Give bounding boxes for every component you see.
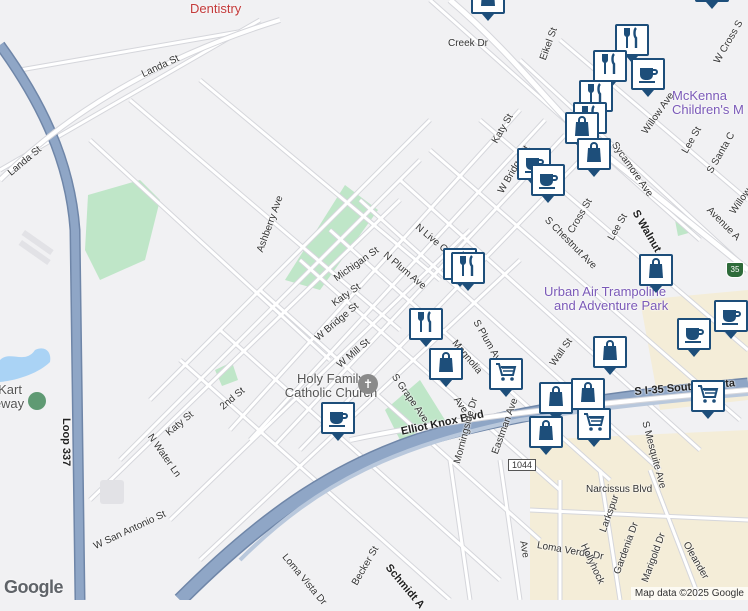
shopping-bag-icon xyxy=(576,380,600,409)
poi-pin-coffee-cup[interactable] xyxy=(714,300,748,339)
shopping-bag-icon xyxy=(700,0,724,1)
poi-pin-shopping-cart[interactable] xyxy=(489,358,523,397)
poi-pin-coffee-cup[interactable] xyxy=(531,164,565,203)
poi-pin-coffee-cup[interactable] xyxy=(631,58,665,97)
poi-label[interactable]: and Adventure Park xyxy=(554,298,668,313)
poi-pin-shopping-bag[interactable] xyxy=(539,382,573,421)
map-attribution[interactable]: Map data ©2025 Google xyxy=(630,587,748,600)
shopping-bag-icon xyxy=(582,140,606,169)
street-label: Creek Dr xyxy=(448,38,489,49)
coffee-cup-icon xyxy=(719,302,743,331)
poi-pin-shopping-bag[interactable] xyxy=(529,416,563,455)
church-icon[interactable]: ✝ xyxy=(358,374,378,394)
poi-pin-fork-knife[interactable] xyxy=(451,252,485,291)
poi-pin-shopping-bag[interactable] xyxy=(471,0,505,21)
shopping-cart-icon xyxy=(582,410,606,439)
poi-pin-shopping-bag[interactable] xyxy=(593,336,627,375)
poi-pin-shopping-bag[interactable] xyxy=(429,348,463,387)
poi-pin-coffee-cup[interactable] xyxy=(677,318,711,357)
poi-pin-shopping-bag[interactable] xyxy=(577,138,611,177)
shopping-bag-icon xyxy=(544,384,568,413)
shopping-bag-icon xyxy=(644,256,668,285)
coffee-cup-icon xyxy=(536,166,560,195)
shopping-bag-icon xyxy=(476,0,500,13)
poi-pin-shopping-cart[interactable] xyxy=(577,408,611,447)
poi-pin-fork-knife[interactable] xyxy=(409,308,443,347)
shopping-bag-icon xyxy=(534,418,558,447)
shopping-bag-icon xyxy=(598,338,622,367)
interstate-35-shield: 35 xyxy=(726,262,744,278)
highway-label: Loop 337 xyxy=(60,418,72,467)
fork-knife-icon xyxy=(598,52,622,81)
street-label: Narcissus Blvd xyxy=(586,484,653,495)
water-body xyxy=(0,348,51,382)
poi-pin-coffee-cup[interactable] xyxy=(321,402,355,441)
google-logo: Google xyxy=(4,577,64,597)
route-1044-shield: 1044 xyxy=(508,459,537,471)
poi-pin-shopping-bag[interactable] xyxy=(695,0,729,9)
poi-label[interactable]: Children's M xyxy=(672,102,744,117)
poi-pin-shopping-bag[interactable] xyxy=(639,254,673,293)
fork-knife-icon xyxy=(414,310,438,339)
shopping-bag-icon xyxy=(434,350,458,379)
coffee-cup-icon xyxy=(682,320,706,349)
poi-label[interactable]: McKenna xyxy=(672,88,727,103)
shopping-cart-icon xyxy=(494,360,518,389)
fork-knife-icon xyxy=(456,254,480,283)
dentistry-label[interactable]: Dentistry xyxy=(190,1,241,16)
coffee-cup-icon xyxy=(326,404,350,433)
attraction-icon[interactable] xyxy=(28,392,46,410)
shopping-cart-icon xyxy=(696,382,720,411)
coffee-cup-icon xyxy=(636,60,660,89)
poi-pin-shopping-cart[interactable] xyxy=(691,380,725,419)
